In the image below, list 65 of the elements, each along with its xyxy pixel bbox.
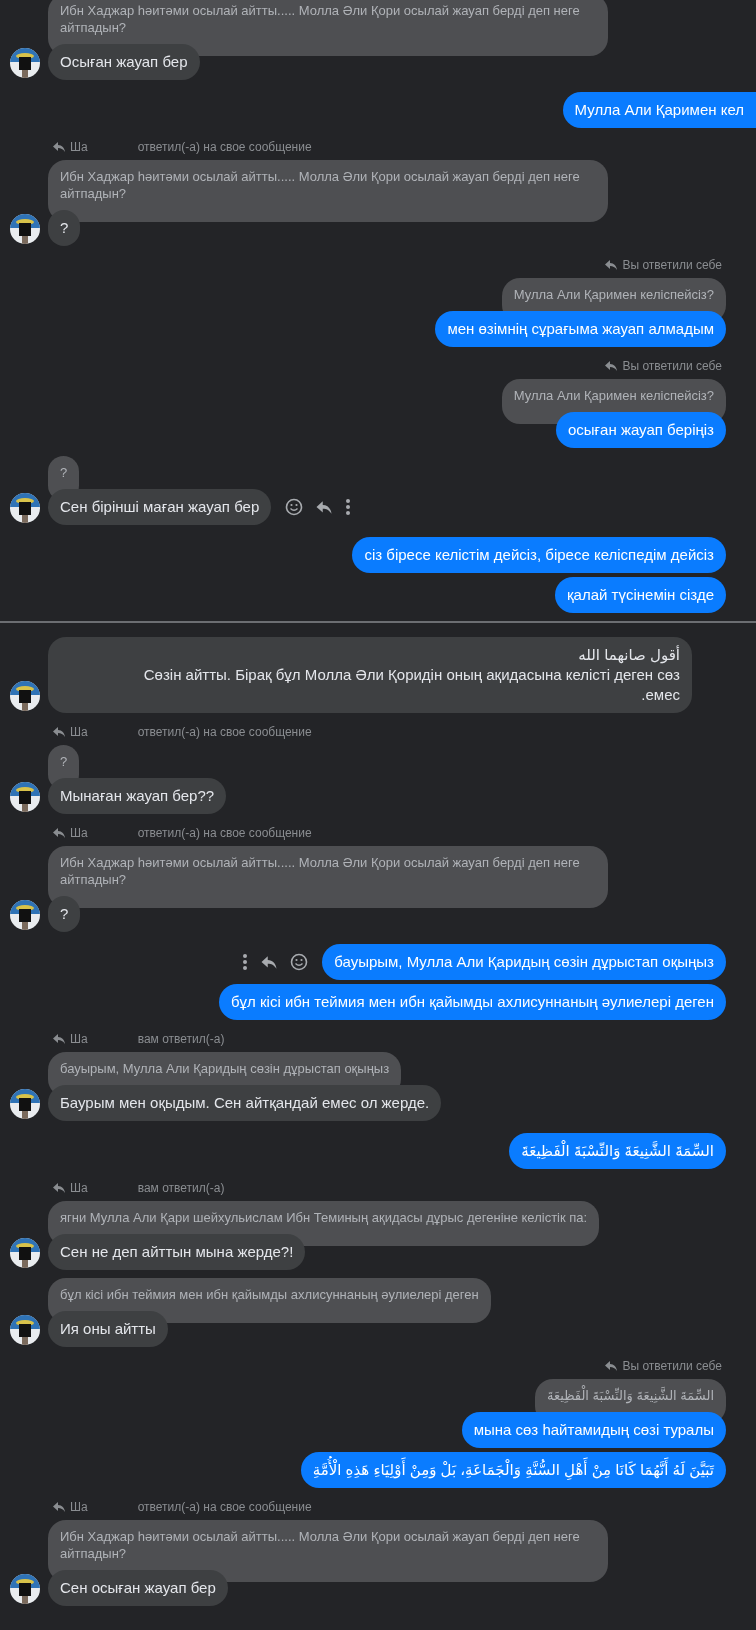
- quoted-message: бұл кісі ибн теймия мен ибн қайымды ахлисуннаның әулиелері деген: [48, 1278, 491, 1323]
- reply-arrow-icon: [52, 1033, 66, 1045]
- reply-caption: ответил(-а) на свое сообщение: [137, 140, 312, 154]
- reply-arrow-icon: [52, 1501, 66, 1513]
- avatar: [10, 214, 40, 244]
- avatar: [10, 782, 40, 812]
- message-bubble: أقول صانهما الله Сөзін айтты. Бірақ бұл Молла Әли Қоридін оның ақидасына келісті деген сөз .емес: [48, 637, 692, 713]
- reply-arrow-icon: [604, 1360, 619, 1372]
- reply-caption: ответил(-а) на свое сообщение: [137, 826, 312, 840]
- avatar: [10, 1574, 40, 1604]
- message-bubble: ?: [48, 210, 81, 246]
- reply-caption: Вы ответили себе: [622, 258, 722, 272]
- sender-name: Ша: [70, 1500, 88, 1514]
- message-bubble: бауырым, Мулла Али Қаридың сөзін дұрыстап оқыңыз: [322, 944, 726, 980]
- avatar: [10, 493, 40, 523]
- reply-caption: ответил(-а) на свое сообщение: [137, 725, 312, 739]
- reply-caption: Вы ответили себе: [622, 1359, 722, 1373]
- avatar: [10, 1238, 40, 1268]
- quoted-message: Ибн Хаджар һәитәми осылай айтты..... Молла Әли Қори осылай жауап берді деп неге айтпадын?: [48, 160, 608, 222]
- avatar: [10, 1315, 40, 1345]
- sender-name: Ша: [70, 725, 88, 739]
- quoted-message: Ибн Хаджар һәитәми осылай айтты..... Молла Әли Қори осылай жауап берді деп неге айтпадын?: [48, 1520, 608, 1582]
- more-options-icon[interactable]: [242, 953, 249, 971]
- message-bubble: Мулла Али Қаримен кел: [562, 92, 756, 128]
- message-bubble: қалай түсінемін сізде: [555, 577, 726, 613]
- avatar: [10, 681, 40, 711]
- message-bubble: сіз біресе келістім дейсіз, біресе келіспедім дейсіз: [352, 537, 726, 573]
- reply-caption: вам ответил(-а): [137, 1181, 225, 1195]
- message-bubble: Сен бірінші маған жауап бер: [48, 489, 272, 525]
- quoted-message: Ибн Хаджар һәитәми осылай айтты..... Молла Әли Қори осылай жауап берді деп неге айтпадын?: [48, 0, 608, 56]
- avatar: [10, 1089, 40, 1119]
- message-bubble: Мынаған жауап бер??: [48, 778, 227, 814]
- reply-arrow-icon: [604, 360, 619, 372]
- message-bubble: تَبَيَّنَ لَهُ أَنَّهُمَا كَانَا مِنْ أَهْلِ السُّنَّةِ وَالْجَمَاعَةِ، بَلْ وَمِنْ أَوْلِيَاءِ هَذِهِ الْأُمَّةِ: [300, 1452, 726, 1488]
- reply-caption: ответил(-а) на свое сообщение: [137, 1500, 312, 1514]
- message-bubble: мына сөз һайтамидың сөзі туралы: [461, 1412, 726, 1448]
- avatar: [10, 48, 40, 78]
- reply-icon[interactable]: [260, 954, 279, 970]
- sender-name: Ша: [70, 140, 88, 154]
- reply-arrow-icon: [52, 141, 66, 153]
- message-bubble: Осыған жауап бер: [48, 44, 200, 80]
- message-bubble: Ия оны айтты: [48, 1311, 168, 1347]
- message-bubble: Сен не деп айттын мына жерде?!: [48, 1234, 306, 1270]
- avatar: [10, 900, 40, 930]
- message-bubble: ?: [48, 896, 81, 932]
- emoji-icon[interactable]: [285, 498, 304, 516]
- emoji-icon[interactable]: [290, 953, 309, 971]
- reply-arrow-icon: [604, 259, 619, 271]
- message-bubble: мен өзімнің сұрағыма жауап алмадым: [435, 311, 726, 347]
- reply-arrow-icon: [52, 726, 66, 738]
- message-bubble: Баурым мен оқыдым. Сен айтқандай емес ол жерде.: [48, 1085, 442, 1121]
- reply-icon[interactable]: [315, 499, 334, 515]
- message-bubble: бұл кісі ибн теймия мен ибн қайымды ахлисуннаның әулиелері деген: [218, 984, 726, 1020]
- sender-name: Ша: [70, 826, 88, 840]
- quoted-message: Ибн Хаджар һәитәми осылай айтты..... Молла Әли Қори осылай жауап берді деп неге айтпадын?: [48, 846, 608, 908]
- reply-arrow-icon: [52, 827, 66, 839]
- reply-arrow-icon: [52, 1182, 66, 1194]
- sender-name: Ша: [70, 1181, 88, 1195]
- reply-caption: вам ответил(-а): [137, 1032, 225, 1046]
- message-bubble: السِّمَةَ الشَّنِيعَةَ وَالنِّسْبَةَ الْفَظِيعَةَ: [509, 1133, 726, 1169]
- reply-caption: Вы ответили себе: [622, 359, 722, 373]
- more-options-icon[interactable]: [345, 498, 352, 516]
- message-bubble: Сен осыған жауап бер: [48, 1570, 228, 1606]
- message-bubble: осыған жауап беріңіз: [556, 412, 726, 448]
- sender-name: Ша: [70, 1032, 88, 1046]
